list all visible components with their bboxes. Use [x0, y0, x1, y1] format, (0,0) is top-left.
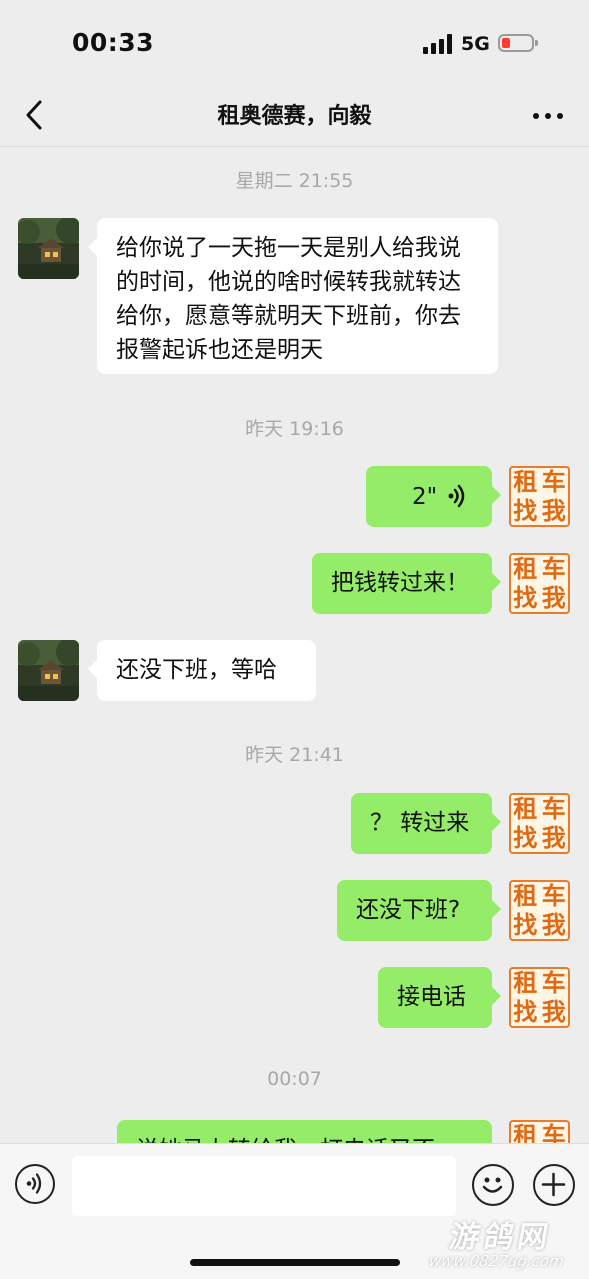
avatar-char: 我: [541, 997, 566, 1026]
avatar-char: 租: [513, 882, 538, 911]
watermark: 游鸽网 www.0827ug.com: [415, 1212, 585, 1270]
chat-title: 租奥德赛，向毅: [217, 104, 372, 129]
avatar-char: 车: [541, 882, 566, 911]
avatar-char: 找: [513, 910, 538, 939]
avatar-char: 租: [513, 795, 538, 824]
avatar-char: 找: [513, 496, 538, 525]
voice-message-bubble[interactable]: 2": [366, 466, 501, 527]
voice-wave-icon: [448, 484, 465, 508]
status-bar: 00:33 5G: [0, 0, 589, 86]
message-bubble-outgoing[interactable]: ？ 转过来: [351, 793, 501, 854]
avatar-char: 我: [541, 496, 566, 525]
message-bubble-outgoing[interactable]: 接电话: [378, 967, 501, 1028]
avatar-char: 我: [541, 823, 566, 852]
message-bubble-outgoing[interactable]: 还没下班?: [337, 880, 501, 941]
my-avatar[interactable]: 租车找我: [509, 793, 570, 854]
avatar-char: 车: [541, 468, 566, 497]
chat-header: 租奥德赛，向毅: [0, 86, 589, 147]
status-time: 00:33: [72, 28, 155, 57]
timestamp: 星期二 21:55: [235, 170, 354, 192]
more-icon[interactable]: [530, 100, 566, 130]
my-avatar[interactable]: 租车找我: [509, 466, 570, 527]
voice-duration: 2": [412, 484, 438, 510]
message-input[interactable]: [72, 1156, 456, 1216]
more-functions-button[interactable]: [533, 1164, 575, 1206]
voice-input-button[interactable]: [15, 1164, 55, 1204]
avatar-house-image: [18, 640, 79, 701]
signal-icon: [423, 34, 453, 54]
message-bubble-incoming[interactable]: 给你说了一天拖一天是别人给我说的时间，他说的啥时候转我就转达给你，愿意等就明天下…: [88, 218, 498, 374]
avatar-char: 车: [541, 969, 566, 998]
home-indicator[interactable]: [190, 1259, 400, 1266]
avatar-char: 我: [541, 910, 566, 939]
network-type: 5G: [461, 33, 490, 55]
battery-icon: [498, 34, 538, 52]
message-bubble-incoming[interactable]: 还没下班，等哈: [88, 640, 316, 701]
avatar-char: 找: [513, 997, 538, 1026]
avatar-char: 租: [513, 555, 538, 584]
avatar-char: 车: [541, 555, 566, 584]
avatar-char: 租: [513, 468, 538, 497]
avatar-char: 车: [541, 795, 566, 824]
avatar-char: 找: [513, 583, 538, 612]
emoji-button[interactable]: [472, 1164, 514, 1206]
plus-icon: [541, 1172, 566, 1197]
avatar-char: 找: [513, 823, 538, 852]
emoji-icon: [482, 1177, 503, 1193]
my-avatar[interactable]: 租车找我: [509, 967, 570, 1028]
my-avatar[interactable]: 租车找我: [509, 880, 570, 941]
timestamp: 昨天 19:16: [245, 418, 344, 440]
avatar-char: 我: [541, 583, 566, 612]
timestamp: 00:07: [267, 1068, 322, 1090]
contact-avatar[interactable]: [18, 640, 79, 701]
avatar-char: 租: [513, 969, 538, 998]
avatar-house-image: [18, 218, 79, 279]
watermark-url: www.0827ug.com: [427, 1252, 566, 1270]
my-avatar[interactable]: 租车找我: [509, 553, 570, 614]
voice-icon: [26, 1173, 42, 1194]
message-bubble-outgoing[interactable]: 把钱转过来！: [312, 553, 501, 614]
contact-avatar[interactable]: [18, 218, 79, 279]
watermark-title: 游鸽网: [446, 1220, 555, 1255]
timestamp: 昨天 21:41: [245, 744, 344, 766]
